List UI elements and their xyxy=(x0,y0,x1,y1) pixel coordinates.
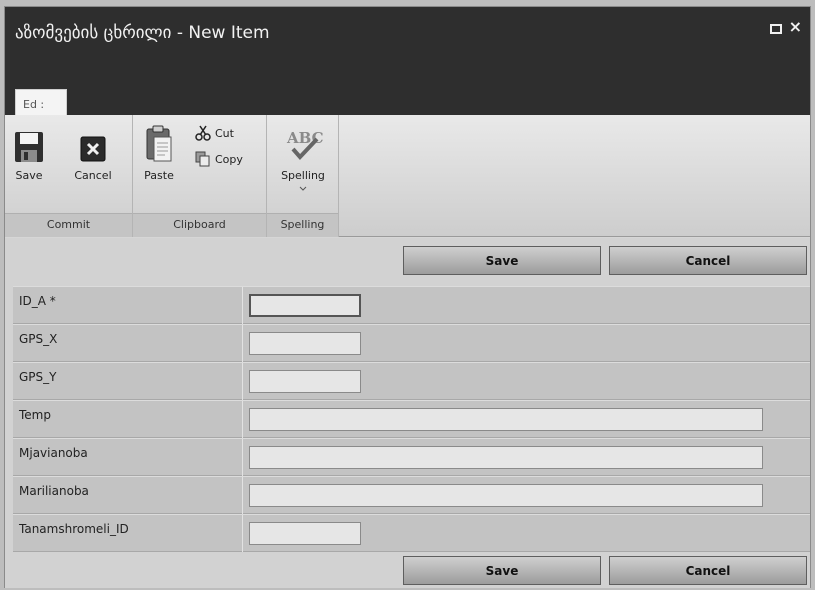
form-save-button-bottom[interactable]: Save xyxy=(403,556,601,585)
ribbon-group-label-spelling: Spelling xyxy=(267,213,338,237)
gps-x-input[interactable] xyxy=(249,332,361,355)
tab-edit[interactable]: Ed : xyxy=(15,89,67,115)
abc-check-icon: ABC xyxy=(286,129,324,160)
item-form: Save Cancel ID_A * GPS_X GPS_Y Temp Mjav… xyxy=(5,238,810,588)
field-label-gps-y: GPS_Y xyxy=(19,370,57,384)
form-row-gps-x: GPS_X xyxy=(13,324,810,362)
ribbon-copy-label: Copy xyxy=(215,152,243,166)
form-save-button-top[interactable]: Save xyxy=(403,246,601,275)
field-label-id-a: ID_A * xyxy=(19,294,56,308)
ribbon-cut-label: Cut xyxy=(215,126,234,140)
form-cancel-button-bottom[interactable]: Cancel xyxy=(609,556,807,585)
row-divider xyxy=(242,325,243,362)
title-bar: აზომვების ცხრილი - New Item × Ed : xyxy=(5,7,810,115)
row-divider xyxy=(242,439,243,476)
form-row-gps-y: GPS_Y xyxy=(13,362,810,400)
ribbon-group-label-commit: Commit xyxy=(5,213,132,237)
ribbon-spelling-button[interactable]: ABC Spelling xyxy=(273,125,333,195)
scissors-icon xyxy=(195,125,211,141)
ribbon-group-clipboard: Paste Cut Copy Clipboard xyxy=(133,115,267,237)
ribbon-spelling-label: Spelling xyxy=(281,169,325,182)
form-row-mjavianoba: Mjavianoba xyxy=(13,438,810,476)
svg-text:ABC: ABC xyxy=(286,129,323,147)
marilianoba-input[interactable] xyxy=(249,484,763,507)
window-title: აზომვების ცხრილი - New Item xyxy=(15,23,270,43)
field-label-gps-x: GPS_X xyxy=(19,332,58,346)
row-divider xyxy=(242,515,243,552)
field-label-temp: Temp xyxy=(19,408,51,422)
temp-input[interactable] xyxy=(249,408,763,431)
form-row-tanamshromeli-id: Tanamshromeli_ID xyxy=(13,514,810,552)
ribbon-group-label-clipboard: Clipboard xyxy=(133,213,266,237)
chevron-down-icon xyxy=(299,186,307,191)
ribbon-paste-label: Paste xyxy=(144,169,174,182)
form-row-marilianoba: Marilianoba xyxy=(13,476,810,514)
field-label-tanamshromeli-id: Tanamshromeli_ID xyxy=(19,522,129,536)
mjavianoba-input[interactable] xyxy=(249,446,763,469)
ribbon: Save Cancel Commit Paste Cut Copy Clipbo… xyxy=(5,115,810,237)
ribbon-cut-button[interactable]: Cut xyxy=(195,125,234,141)
ribbon-cancel-button[interactable]: Cancel xyxy=(67,131,119,182)
row-divider xyxy=(242,477,243,514)
ribbon-group-spelling: ABC Spelling Spelling xyxy=(267,115,339,237)
row-divider xyxy=(242,287,243,324)
ribbon-save-button[interactable]: Save xyxy=(9,131,49,182)
new-item-dialog: აზომვების ცხრილი - New Item × Ed : Save xyxy=(4,6,811,588)
row-divider xyxy=(242,401,243,438)
copy-icon xyxy=(195,151,210,167)
ribbon-paste-button[interactable]: Paste xyxy=(139,125,179,182)
maximize-icon[interactable] xyxy=(770,24,782,34)
ribbon-cancel-label: Cancel xyxy=(74,169,112,182)
close-icon[interactable]: × xyxy=(789,19,802,35)
id-a-input[interactable] xyxy=(249,294,361,317)
ribbon-group-commit: Save Cancel Commit xyxy=(5,115,133,237)
floppy-disk-icon xyxy=(15,132,43,162)
form-row-temp: Temp xyxy=(13,400,810,438)
tanamshromeli-id-input[interactable] xyxy=(249,522,361,545)
field-label-mjavianoba: Mjavianoba xyxy=(19,446,88,460)
clipboard-icon xyxy=(146,125,172,162)
row-divider xyxy=(242,363,243,400)
ribbon-save-label: Save xyxy=(15,169,43,182)
cancel-x-icon xyxy=(80,136,106,162)
field-label-marilianoba: Marilianoba xyxy=(19,484,89,498)
gps-y-input[interactable] xyxy=(249,370,361,393)
ribbon-copy-button[interactable]: Copy xyxy=(195,151,243,167)
form-row-id-a: ID_A * xyxy=(13,286,810,324)
form-cancel-button-top[interactable]: Cancel xyxy=(609,246,807,275)
